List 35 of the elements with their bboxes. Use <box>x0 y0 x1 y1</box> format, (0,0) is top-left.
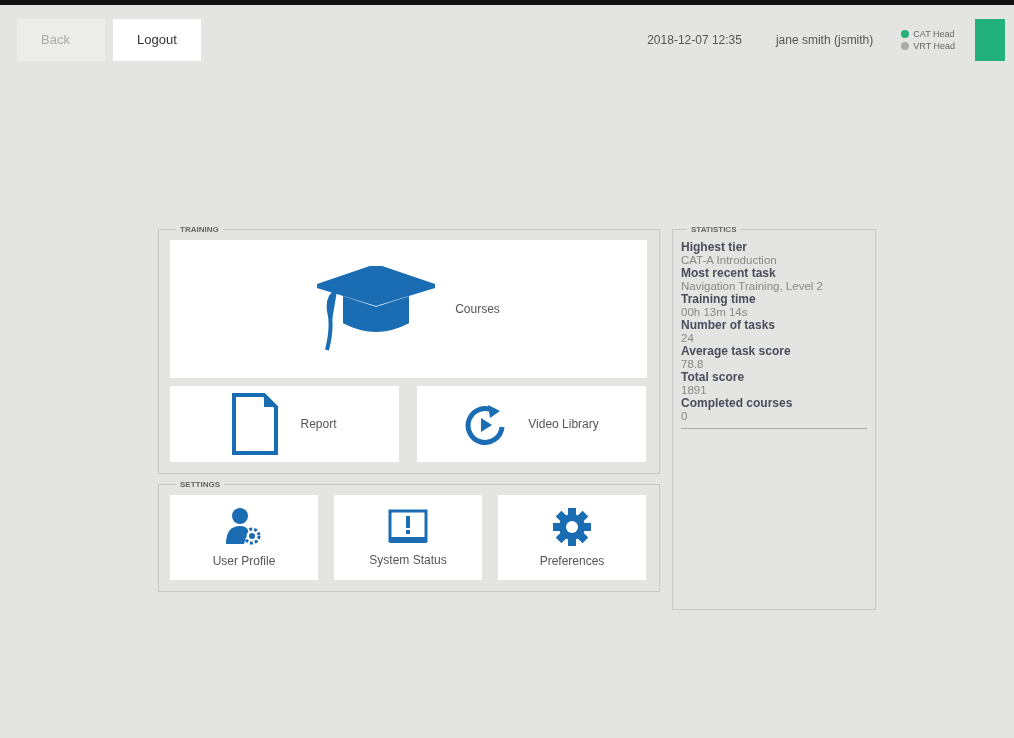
courses-tile[interactable]: Courses <box>170 240 647 378</box>
settings-icon <box>553 507 591 546</box>
report-tile[interactable]: Report <box>170 386 399 462</box>
head-label: VRT Head <box>913 40 955 51</box>
replay-icon <box>464 403 507 445</box>
stat-value: 00h 13m 14s <box>681 306 749 318</box>
graduation-cap-icon <box>317 266 436 352</box>
stat-label: Training time <box>681 292 757 306</box>
section-title: STATISTICS <box>690 225 738 234</box>
user-gear-icon <box>226 507 262 546</box>
date-time: 2018-12-07 12:35 <box>647 32 742 47</box>
logout-button[interactable]: Logout <box>113 18 201 61</box>
stat-value: 1891 <box>681 384 708 396</box>
stat-label: Number of tasks <box>681 318 777 332</box>
preferences-tile[interactable]: Preferences <box>498 495 646 580</box>
status-tile[interactable]: System Status <box>334 495 482 580</box>
stat-label: Average task score <box>681 344 792 358</box>
stat-value: 78.8 <box>681 358 705 370</box>
status-indicator <box>975 18 1005 61</box>
stat-label: Completed courses <box>681 396 794 410</box>
stat-value: 24 <box>681 332 695 344</box>
stat-value: CAT-A Introduction <box>681 254 778 266</box>
video-library-tile[interactable]: Video Library <box>417 386 646 462</box>
stat-label: Total score <box>681 370 746 384</box>
stat-label: Highest tier <box>681 240 748 254</box>
alert-monitor-icon <box>388 508 428 545</box>
user-name: jane smith (jsmith) <box>775 32 874 47</box>
head-label: CAT Head <box>913 28 955 39</box>
stat-value: Navigation Training, Level 2 <box>681 280 824 292</box>
stat-label: Most recent task <box>681 266 777 280</box>
document-icon <box>232 393 279 455</box>
section-title: SETTINGS <box>179 480 221 489</box>
profile-tile[interactable]: User Profile <box>170 495 318 580</box>
section-title: TRAINING <box>179 225 220 234</box>
stat-value: 0 <box>681 410 689 422</box>
